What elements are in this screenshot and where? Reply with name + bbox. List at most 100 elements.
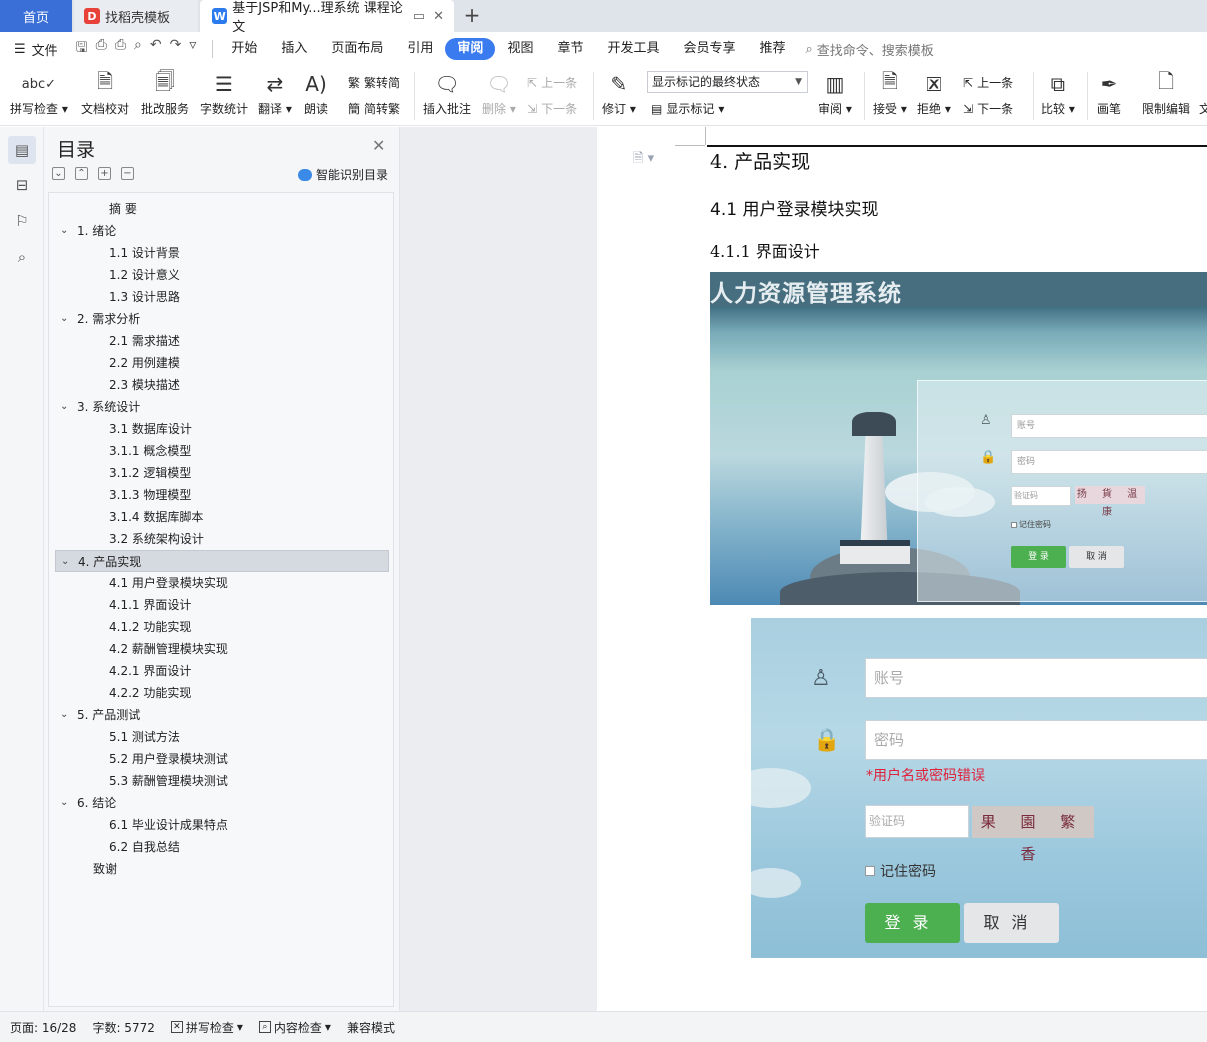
document-page[interactable]: 🗎 ▾ 4. 产品实现 4.1 用户登录模块实现 4.1.1 界面设计 人力资源… xyxy=(597,127,1207,1011)
toc-item[interactable]: 6.2 自我总结 xyxy=(55,836,389,858)
read-aloud-button[interactable]: A) 朗读 xyxy=(304,68,328,117)
toc-item[interactable]: 6.1 毕业设计成果特点 xyxy=(55,814,389,836)
word-count-button[interactable]: ☰ 字数统计 xyxy=(200,68,248,117)
add-heading-icon[interactable]: + xyxy=(98,167,111,180)
prev-comment-button[interactable]: ⇱ 上一条 xyxy=(527,74,577,91)
translate-button[interactable]: ⇄ 翻译 ▾ xyxy=(258,68,292,117)
review-pane-button[interactable]: ▥ 审阅 ▾ xyxy=(818,68,852,117)
menu-review[interactable]: 审阅 xyxy=(445,38,496,60)
menu-view[interactable]: 视图 xyxy=(495,38,545,60)
chevron-down-icon[interactable]: ⌄ xyxy=(60,704,68,726)
toc-item[interactable]: 2.2 用例建模 xyxy=(55,352,389,374)
toc-item[interactable]: 3.1.3 物理模型 xyxy=(55,484,389,506)
customize-icon[interactable]: ▿ xyxy=(189,37,196,61)
toc-item[interactable]: 3.2 系统架构设计 xyxy=(55,528,389,550)
toc-item[interactable]: 致谢 xyxy=(55,858,389,880)
toc-item[interactable]: 5.1 测试方法 xyxy=(55,726,389,748)
insert-comment-button[interactable]: 🗨 插入批注 xyxy=(423,68,471,117)
doc-proof-button[interactable]: 🗎 文档校对 xyxy=(81,68,129,117)
toc-item[interactable]: 5.2 用户登录模块测试 xyxy=(55,748,389,770)
prev-change-button[interactable]: ⇱ 上一条 xyxy=(963,74,1013,91)
toc-item[interactable]: 2.3 模块描述 xyxy=(55,374,389,396)
toc-item[interactable]: 4.1 用户登录模块实现 xyxy=(55,572,389,594)
remove-heading-icon[interactable]: − xyxy=(121,167,134,180)
next-comment-button[interactable]: ⇲ 下一条 xyxy=(527,100,577,117)
toc-item[interactable]: 3.1.1 概念模型 xyxy=(55,440,389,462)
menu-member[interactable]: 会员专享 xyxy=(671,38,747,60)
menu-start[interactable]: 开始 xyxy=(219,38,269,60)
markup-state-select[interactable]: 显示标记的最终状态 ▼ xyxy=(647,71,808,93)
to-traditional-button[interactable]: 簡 简转繁 xyxy=(348,100,400,117)
redo-icon[interactable]: ↷ xyxy=(170,37,182,61)
tab-home[interactable]: 首页 xyxy=(0,0,72,32)
print-icon[interactable]: ⎙ xyxy=(115,37,126,61)
reject-button[interactable]: 🗷 拒绝 ▾ xyxy=(917,68,951,117)
toc-item[interactable]: 4.2.1 界面设计 xyxy=(55,660,389,682)
export-pdf-icon[interactable]: ⎙ xyxy=(96,37,107,61)
toc-item[interactable]: 摘 要 xyxy=(55,198,389,220)
menu-dev-tools[interactable]: 开发工具 xyxy=(595,38,671,60)
find-icon[interactable]: ⌕ xyxy=(8,243,36,271)
toc-item[interactable]: ⌄ 3. 系统设计 xyxy=(55,396,389,418)
bookmark-icon[interactable]: ⚐ xyxy=(8,207,36,235)
chevron-down-icon[interactable]: ⌄ xyxy=(60,308,68,330)
restrict-edit-button[interactable]: 🗋 限制编辑 xyxy=(1142,68,1190,117)
new-tab-button[interactable]: + xyxy=(462,4,482,28)
toc-item[interactable]: 4.1.2 功能实现 xyxy=(55,616,389,638)
revise-button[interactable]: ✎ 修订 ▾ xyxy=(602,68,636,117)
chevron-down-icon[interactable]: ⌄ xyxy=(60,792,68,814)
chevron-down-icon[interactable]: ⌄ xyxy=(60,396,68,418)
revision-service-button[interactable]: 🗐 批改服务 xyxy=(141,68,189,117)
toc-item[interactable]: 4.1.1 界面设计 xyxy=(55,594,389,616)
delete-comment-button[interactable]: 🗨 删除 ▾ xyxy=(482,68,516,117)
toc-item[interactable]: 4.2.2 功能实现 xyxy=(55,682,389,704)
file-menu[interactable]: ☰ 文件 xyxy=(0,40,68,59)
toc-item[interactable]: 1.2 设计意义 xyxy=(55,264,389,286)
toc-item[interactable]: 1.1 设计背景 xyxy=(55,242,389,264)
monitor-icon[interactable]: ▭ xyxy=(413,9,425,24)
toc-item[interactable]: ⌄ 1. 绪论 xyxy=(55,220,389,242)
accept-button[interactable]: 🗎 接受 ▾ xyxy=(873,68,907,117)
toc-item[interactable]: 5.3 薪酬管理模块测试 xyxy=(55,770,389,792)
to-simplified-button[interactable]: 繁 繁转简 xyxy=(348,74,400,91)
compare-button[interactable]: ⧉ 比较 ▾ xyxy=(1041,68,1075,117)
close-tab-icon[interactable]: ✕ xyxy=(433,9,444,24)
command-search[interactable]: ⌕ 查找命令、搜索模板 xyxy=(806,40,934,59)
spellcheck-button[interactable]: abc✓ 拼写检查 ▾ xyxy=(10,68,68,117)
smart-toc-button[interactable]: 智能识别目录 xyxy=(298,166,388,183)
chevron-down-icon[interactable]: ⌄ xyxy=(61,551,69,573)
page-indicator[interactable]: 页面: 16/28 xyxy=(10,1019,76,1036)
word-count-indicator[interactable]: 字数: 5772 xyxy=(92,1019,154,1036)
menu-chapter[interactable]: 章节 xyxy=(545,38,595,60)
collapse-all-icon[interactable]: ⌃ xyxy=(75,167,88,180)
spellcheck-status[interactable]: ✕ 拼写检查 ▾ xyxy=(170,1019,243,1036)
chapter-nav-icon[interactable]: ⊟ xyxy=(8,171,36,199)
toc-item[interactable]: ⌄ 4. 产品实现 xyxy=(55,550,389,572)
chevron-down-icon[interactable]: ⌄ xyxy=(60,220,68,242)
toc-item[interactable]: 4.2 薪酬管理模块实现 xyxy=(55,638,389,660)
toc-icon[interactable]: ▤ xyxy=(8,136,36,164)
menu-recommend[interactable]: 推荐 xyxy=(748,38,798,60)
save-icon[interactable]: 🖫 xyxy=(76,37,88,61)
toc-item[interactable]: 3.1.4 数据库脚本 xyxy=(55,506,389,528)
tab-template[interactable]: D 找稻壳模板 xyxy=(74,0,198,32)
paragraph-menu-icon[interactable]: 🗎 ▾ xyxy=(633,149,654,171)
toc-item[interactable]: ⌄ 6. 结论 xyxy=(55,792,389,814)
close-icon[interactable]: ✕ xyxy=(372,136,385,155)
next-change-button[interactable]: ⇲ 下一条 xyxy=(963,100,1013,117)
toc-item[interactable]: 3.1 数据库设计 xyxy=(55,418,389,440)
toc-item[interactable]: 2.1 需求描述 xyxy=(55,330,389,352)
expand-all-icon[interactable]: ⌄ xyxy=(52,167,65,180)
content-check-status[interactable]: ⌕ 内容检查 ▾ xyxy=(258,1019,331,1036)
undo-icon[interactable]: ↶ xyxy=(150,37,162,61)
menu-references[interactable]: 引用 xyxy=(395,38,445,60)
tab-document[interactable]: W 基于JSP和My...理系统 课程论文 ▭ ✕ xyxy=(200,0,454,35)
show-markup-button[interactable]: ▤ 显示标记 ▾ xyxy=(651,100,724,117)
toc-item[interactable]: 3.1.2 逻辑模型 xyxy=(55,462,389,484)
menu-insert[interactable]: 插入 xyxy=(269,38,319,60)
toc-item[interactable]: 1.3 设计思路 xyxy=(55,286,389,308)
toc-item[interactable]: ⌄ 2. 需求分析 xyxy=(55,308,389,330)
toc-item[interactable]: ⌄ 5. 产品测试 xyxy=(55,704,389,726)
print-preview-icon[interactable]: ⌕ xyxy=(134,37,142,61)
doc-rights-button[interactable]: 文 xyxy=(1199,68,1207,117)
